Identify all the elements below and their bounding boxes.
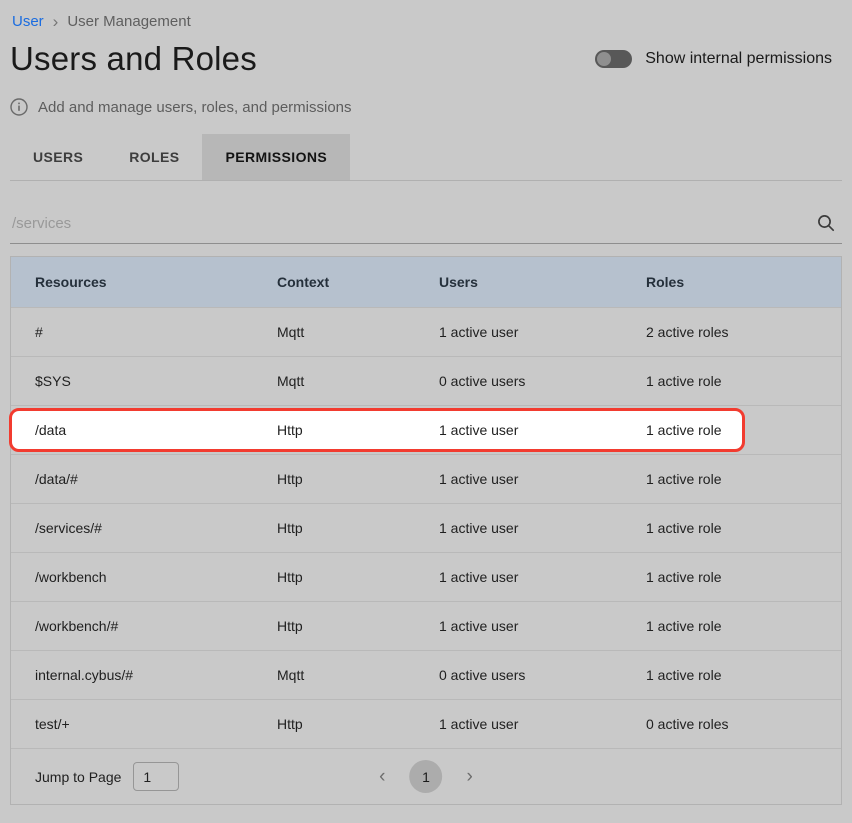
info-icon	[10, 98, 28, 116]
table-row[interactable]: /workbench/# Http 1 active user 1 active…	[11, 601, 841, 650]
cell-context: Http	[277, 422, 439, 438]
cell-users: 1 active user	[439, 716, 646, 732]
table-footer: Jump to Page ‹ 1 ›	[11, 748, 841, 804]
cell-resource: /workbench	[35, 569, 277, 585]
cell-context: Http	[277, 569, 439, 585]
table-row[interactable]: $SYS Mqtt 0 active users 1 active role	[11, 356, 841, 405]
cell-resource: test/+	[35, 716, 277, 732]
pager: ‹ 1 ›	[379, 760, 473, 793]
info-text: Add and manage users, roles, and permiss…	[38, 99, 352, 116]
table-row[interactable]: # Mqtt 1 active user 2 active roles	[11, 307, 841, 356]
tab-users[interactable]: USERS	[10, 134, 106, 180]
cell-roles: 0 active roles	[646, 716, 817, 732]
cell-users: 1 active user	[439, 618, 646, 634]
cell-resource: /workbench/#	[35, 618, 277, 634]
current-page-button[interactable]: 1	[410, 760, 443, 793]
cell-roles: 1 active role	[646, 373, 817, 389]
cell-users: 1 active user	[439, 471, 646, 487]
prev-page-icon[interactable]: ‹	[379, 767, 385, 786]
table-row[interactable]: internal.cybus/# Mqtt 0 active users 1 a…	[11, 650, 841, 699]
tab-permissions[interactable]: PERMISSIONS	[202, 134, 350, 180]
search-row	[10, 209, 842, 244]
col-header-users: Users	[439, 274, 646, 290]
cell-resource: /services/#	[35, 520, 277, 536]
cell-users: 1 active user	[439, 324, 646, 340]
col-header-context: Context	[277, 274, 439, 290]
breadcrumb: User › User Management	[10, 0, 842, 32]
title-row: Users and Roles Show internal permission…	[10, 40, 842, 78]
search-input[interactable]	[12, 215, 816, 232]
table-row[interactable]: /data Http 1 active user 1 active role	[11, 405, 841, 454]
jump-to-page-input[interactable]	[133, 762, 179, 791]
col-header-resources: Resources	[35, 274, 277, 290]
cell-resource: #	[35, 324, 277, 340]
search-icon[interactable]	[816, 213, 840, 233]
tabs: USERS ROLES PERMISSIONS	[10, 134, 842, 181]
cell-users: 1 active user	[439, 520, 646, 536]
table-header: Resources Context Users Roles	[11, 257, 841, 307]
cell-context: Mqtt	[277, 373, 439, 389]
page-title: Users and Roles	[10, 40, 257, 78]
cell-roles: 1 active role	[646, 569, 817, 585]
cell-users: 1 active user	[439, 422, 646, 438]
cell-resource: /data/#	[35, 471, 277, 487]
table-row[interactable]: /services/# Http 1 active user 1 active …	[11, 503, 841, 552]
internal-permissions-toggle-wrap: Show internal permissions	[595, 50, 842, 68]
cell-resource: /data	[35, 422, 277, 438]
info-row: Add and manage users, roles, and permiss…	[10, 98, 842, 116]
col-header-roles: Roles	[646, 274, 817, 290]
cell-resource: internal.cybus/#	[35, 667, 277, 683]
cell-roles: 1 active role	[646, 520, 817, 536]
breadcrumb-current: User Management	[67, 13, 190, 30]
cell-roles: 1 active role	[646, 667, 817, 683]
cell-users: 0 active users	[439, 667, 646, 683]
table-body: # Mqtt 1 active user 2 active roles $SYS…	[11, 307, 841, 748]
cell-context: Http	[277, 520, 439, 536]
toggle-knob-icon	[597, 52, 611, 66]
page: User › User Management Users and Roles S…	[0, 0, 852, 805]
cell-roles: 1 active role	[646, 618, 817, 634]
show-internal-permissions-toggle[interactable]	[595, 50, 632, 68]
cell-context: Http	[277, 716, 439, 732]
chevron-right-icon: ›	[53, 13, 59, 30]
cell-context: Http	[277, 471, 439, 487]
cell-users: 0 active users	[439, 373, 646, 389]
toggle-label: Show internal permissions	[645, 50, 832, 68]
permissions-table: Resources Context Users Roles # Mqtt 1 a…	[10, 256, 842, 805]
tab-roles[interactable]: ROLES	[106, 134, 202, 180]
next-page-icon[interactable]: ›	[467, 767, 473, 786]
cell-context: Http	[277, 618, 439, 634]
cell-roles: 1 active role	[646, 422, 817, 438]
cell-roles: 2 active roles	[646, 324, 817, 340]
cell-context: Mqtt	[277, 324, 439, 340]
cell-resource: $SYS	[35, 373, 277, 389]
table-row[interactable]: test/+ Http 1 active user 0 active roles	[11, 699, 841, 748]
jump-to-page-label: Jump to Page	[35, 769, 121, 785]
cell-roles: 1 active role	[646, 471, 817, 487]
breadcrumb-link-user[interactable]: User	[12, 13, 44, 30]
table-row[interactable]: /workbench Http 1 active user 1 active r…	[11, 552, 841, 601]
cell-context: Mqtt	[277, 667, 439, 683]
table-row[interactable]: /data/# Http 1 active user 1 active role	[11, 454, 841, 503]
cell-users: 1 active user	[439, 569, 646, 585]
